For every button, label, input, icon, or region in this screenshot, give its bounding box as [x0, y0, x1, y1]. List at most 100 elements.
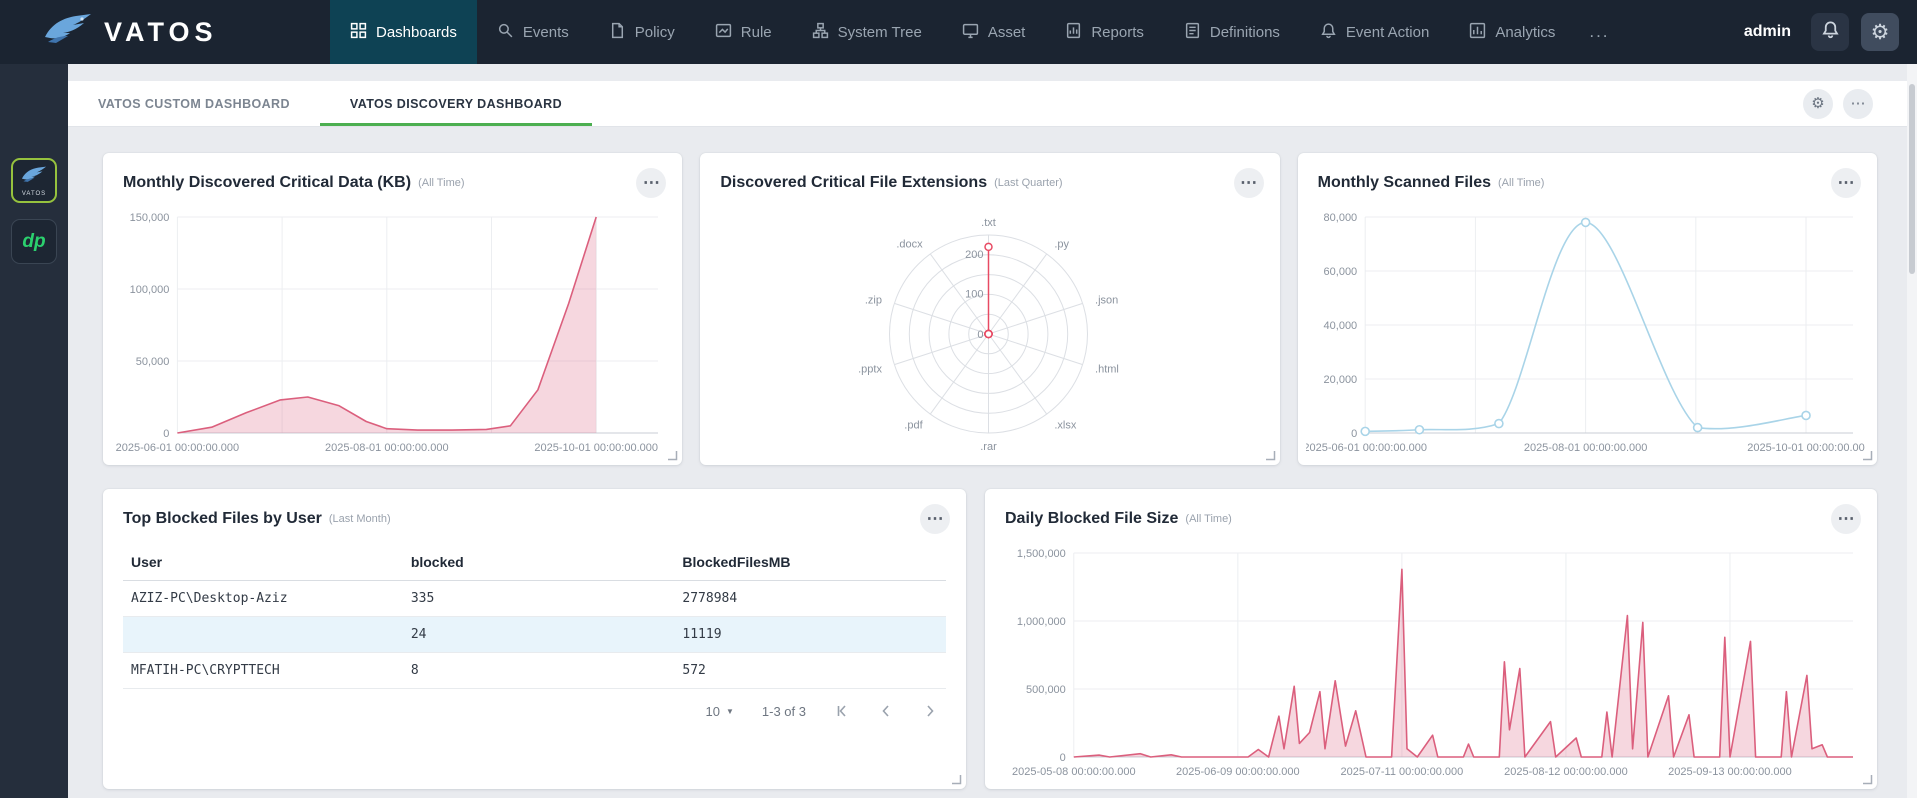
card-menu-button[interactable]: ⋯: [1233, 168, 1264, 198]
ellipsis-icon: ⋯: [1837, 173, 1855, 192]
scrollbar-thumb[interactable]: [1909, 84, 1915, 274]
card-subtitle: (All Time): [1498, 177, 1545, 189]
resize-handle-icon[interactable]: [1862, 774, 1873, 785]
card-menu-button[interactable]: ⋯: [636, 168, 667, 198]
card-menu-button[interactable]: ⋯: [920, 504, 950, 534]
svg-text:50,000: 50,000: [136, 356, 170, 368]
svg-text:2025-07-11 00:00:00.000: 2025-07-11 00:00:00.000: [1341, 766, 1464, 778]
user-name[interactable]: admin: [1744, 23, 1791, 41]
svg-text:500,000: 500,000: [1026, 684, 1066, 696]
top-bar: VATOS Dashboards Events Policy Rule Syst…: [0, 0, 1917, 64]
tab-label: VATOS DISCOVERY DASHBOARD: [349, 96, 563, 111]
nav-item-events[interactable]: Events: [477, 0, 589, 64]
tab-label: VATOS CUSTOM DASHBOARD: [98, 96, 290, 111]
svg-text:60,000: 60,000: [1323, 266, 1357, 278]
nav-item-event-action[interactable]: Event Action: [1300, 0, 1449, 64]
table-row[interactable]: 24 11119: [123, 616, 946, 653]
prev-page-button[interactable]: [878, 703, 894, 719]
bell-icon: [1320, 22, 1337, 43]
nav-label: Events: [522, 23, 569, 41]
resize-handle-icon[interactable]: [1862, 450, 1873, 461]
policy-document-icon: [609, 22, 626, 43]
card-menu-button[interactable]: ⋯: [1831, 504, 1861, 534]
nav-item-policy[interactable]: Policy: [589, 0, 695, 64]
svg-text:100: 100: [965, 288, 983, 300]
notifications-button[interactable]: [1811, 13, 1849, 51]
cell-blockedfilesmb: 572: [674, 652, 946, 689]
svg-text:.xlsx: .xlsx: [1055, 420, 1078, 432]
svg-text:40,000: 40,000: [1323, 320, 1357, 332]
analytics-icon: [1469, 22, 1486, 43]
svg-text:2025-09-13 00:00:00.000: 2025-09-13 00:00:00.000: [1668, 766, 1792, 778]
nav-item-rule[interactable]: Rule: [695, 0, 792, 64]
pagination-range: 1-3 of 3: [761, 703, 806, 719]
svg-text:.pptx: .pptx: [858, 364, 882, 376]
nav-item-asset[interactable]: Asset: [942, 0, 1046, 64]
dashboard-icon: [350, 22, 367, 43]
card-title: Monthly Scanned Files: [1317, 174, 1492, 191]
svg-text:2025-05-08 00:00:00.000: 2025-05-08 00:00:00.000: [1012, 766, 1136, 778]
svg-text:20,000: 20,000: [1323, 374, 1357, 386]
vertical-scrollbar[interactable]: [1907, 64, 1917, 798]
settings-button[interactable]: ⚙: [1861, 13, 1899, 51]
svg-text:0: 0: [1351, 428, 1357, 440]
svg-text:1,500,000: 1,500,000: [1017, 548, 1066, 560]
svg-text:.pdf: .pdf: [905, 420, 924, 432]
svg-text:.py: .py: [1055, 238, 1070, 250]
tab-vatos-custom-dashboard[interactable]: VATOS CUSTOM DASHBOARD: [68, 81, 320, 126]
resize-handle-icon[interactable]: [951, 774, 962, 785]
cell-user: AZIZ-PC\Desktop-Aziz: [123, 580, 403, 617]
table-header-row: User blocked BlockedFilesMB: [123, 544, 946, 581]
nav-label: Asset: [987, 23, 1026, 41]
nav-label: Reports: [1091, 23, 1144, 41]
nav-item-more[interactable]: ...: [1575, 0, 1623, 64]
main-content: VATOS CUSTOM DASHBOARD VATOS DISCOVERY D…: [68, 64, 1917, 798]
area-chart-daily-blocked: 0 500,000 1,000,000 1,500,000 2025-05-08 00:…: [993, 541, 1867, 783]
bell-icon: [1821, 20, 1840, 44]
table-row[interactable]: MFATIH-PC\CRYPTTECH 8 572: [123, 652, 946, 689]
cell-user: MFATIH-PC\CRYPTTECH: [123, 652, 403, 689]
tab-vatos-discovery-dashboard[interactable]: VATOS DISCOVERY DASHBOARD: [319, 81, 593, 126]
table-pagination: 10 ▼ 1-3 of 3: [103, 689, 966, 719]
reports-icon: [1065, 22, 1082, 43]
card-menu-button[interactable]: ⋯: [1830, 168, 1861, 198]
nav-label: Event Action: [1345, 23, 1430, 41]
card-subtitle: (Last Month): [328, 513, 391, 525]
column-header-blocked: blocked: [402, 544, 675, 581]
sidebar-item-cryptech[interactable]: dp: [11, 219, 57, 264]
resize-handle-icon[interactable]: [667, 450, 678, 461]
gear-icon: ⚙: [1870, 20, 1890, 44]
brand[interactable]: VATOS: [0, 0, 262, 64]
svg-text:2025-08-12 00:00:00.000: 2025-08-12 00:00:00.000: [1504, 766, 1628, 778]
nav-item-system-tree[interactable]: System Tree: [792, 0, 942, 64]
cell-blockedfilesmb: 2778984: [674, 580, 946, 617]
resize-handle-icon[interactable]: [1265, 450, 1276, 461]
svg-text:2025-06-01 00:00:00.000: 2025-06-01 00:00:00.000: [116, 442, 240, 454]
card-title: Daily Blocked File Size: [1005, 510, 1179, 527]
dashboard-more-button[interactable]: ⋯: [1843, 88, 1873, 119]
nav-item-analytics[interactable]: Analytics: [1449, 0, 1575, 64]
svg-text:0: 0: [978, 329, 984, 341]
svg-text:1,000,000: 1,000,000: [1017, 616, 1066, 628]
svg-text:0: 0: [163, 428, 169, 440]
nav-item-reports[interactable]: Reports: [1045, 0, 1164, 64]
nav-item-definitions[interactable]: Definitions: [1164, 0, 1300, 64]
dashboard-board: Monthly Discovered Critical Data (KB) (A…: [68, 127, 1917, 789]
cell-blocked: 8: [402, 652, 675, 689]
sidebar-item-vatos[interactable]: VATOS: [11, 158, 57, 203]
first-page-button[interactable]: [834, 703, 850, 719]
first-page-icon: [837, 705, 846, 717]
line-chart-scanned-files: 0 20,000 40,000 60,000 80,000 2025-06-01 00:0…: [1306, 205, 1867, 459]
nav-label: System Tree: [837, 23, 922, 41]
table-row[interactable]: AZIZ-PC\Desktop-Aziz 335 2778984: [123, 580, 946, 617]
svg-text:.json: .json: [1095, 294, 1118, 306]
page-size-select[interactable]: 10 ▼: [706, 704, 734, 719]
ellipsis-icon: ⋯: [1837, 509, 1855, 528]
ellipsis-icon: ⋯: [1850, 95, 1866, 112]
card-subtitle: (All Time): [418, 177, 465, 189]
svg-text:2025-08-01 00:00:00.000: 2025-08-01 00:00:00.000: [325, 442, 449, 454]
card-title: Monthly Discovered Critical Data (KB): [123, 174, 412, 191]
next-page-button[interactable]: [922, 703, 938, 719]
dashboard-settings-button[interactable]: ⚙: [1803, 88, 1833, 119]
nav-item-dashboards[interactable]: Dashboards: [330, 0, 477, 64]
